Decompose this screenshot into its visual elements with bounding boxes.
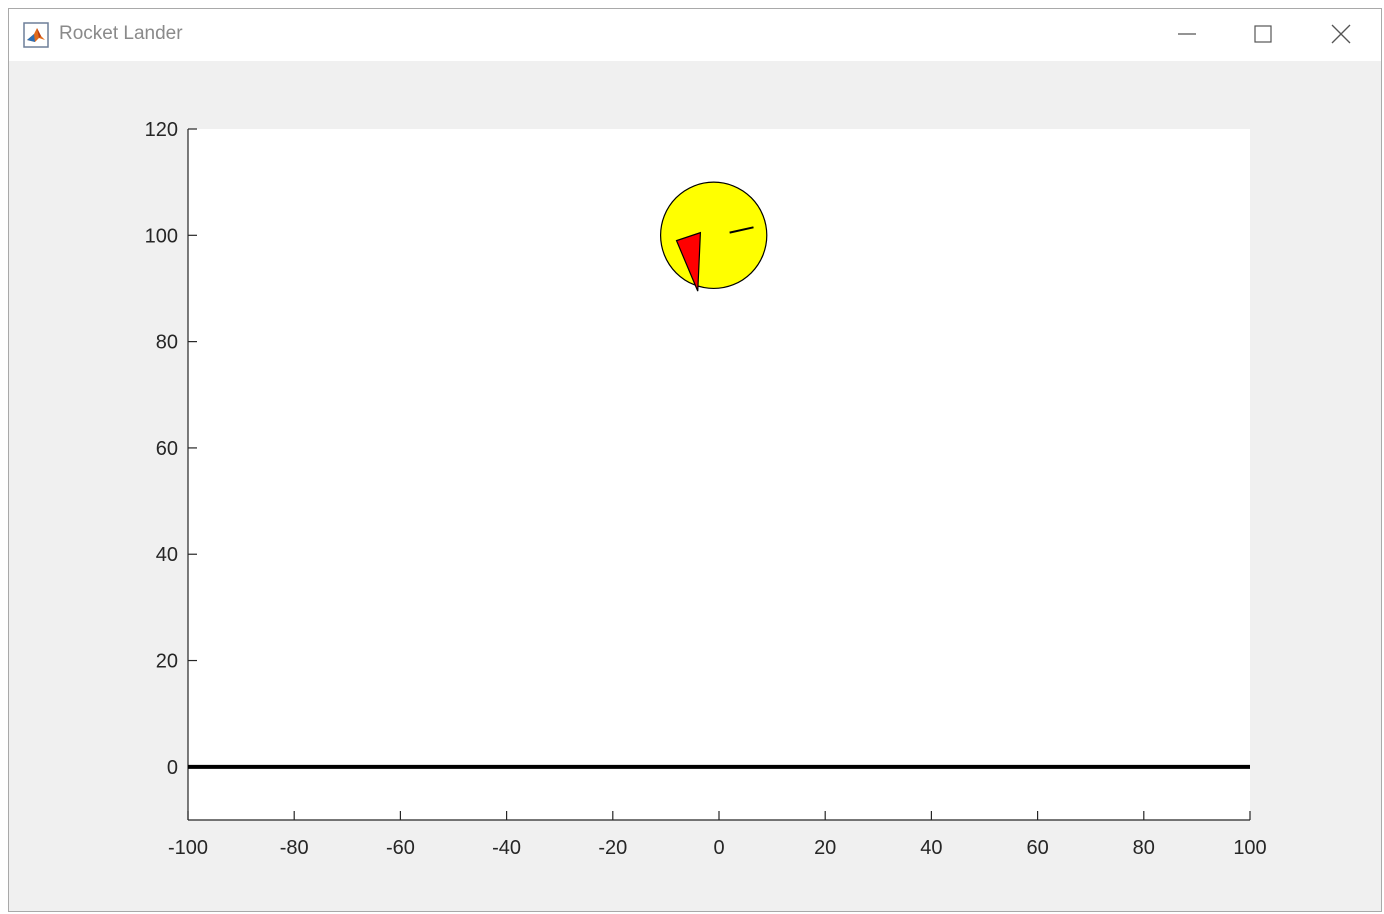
rocket-body [659, 181, 768, 290]
y-tick-label: 120 [145, 119, 178, 141]
x-tick-label: 100 [1233, 837, 1266, 859]
y-tick-label: 0 [167, 757, 178, 779]
x-tick-label: 60 [1026, 837, 1048, 859]
x-tick-label: 40 [920, 837, 942, 859]
maximize-button[interactable] [1231, 9, 1295, 59]
close-icon [1331, 24, 1351, 44]
x-tick-label: 0 [713, 837, 724, 859]
x-tick-label: -100 [168, 837, 208, 859]
window-title: Rocket Lander [59, 23, 183, 44]
plot-axes[interactable]: -100 -80 -60 -40 -20 0 20 40 60 80 100 0 20 40 60 80 100… [9, 61, 1381, 912]
x-tick-label: -40 [492, 837, 521, 859]
y-tick-label: 40 [156, 544, 178, 566]
minimize-button[interactable] [1155, 9, 1219, 59]
maximize-icon [1254, 25, 1272, 43]
title-bar[interactable]: Rocket Lander [9, 9, 1381, 61]
y-tick-label: 60 [156, 438, 178, 460]
figure-area: -100 -80 -60 -40 -20 0 20 40 60 80 100 0 20 40 60 80 100… [9, 61, 1381, 912]
x-tick-label: 20 [814, 837, 836, 859]
close-button[interactable] [1309, 9, 1373, 59]
y-tick-label: 20 [156, 651, 178, 673]
x-tick-label: 80 [1133, 837, 1155, 859]
matlab-icon [23, 22, 49, 48]
x-tick-label: -20 [598, 837, 627, 859]
y-tick-label: 100 [145, 225, 178, 247]
x-tick-label: -60 [386, 837, 415, 859]
minimize-icon [1178, 33, 1196, 35]
x-tick-label: -80 [280, 837, 309, 859]
y-tick-label: 80 [156, 332, 178, 354]
app-window: Rocket Lander -100 -80 -60 -40 -20 0 20 40 60 80 1… [8, 8, 1382, 912]
